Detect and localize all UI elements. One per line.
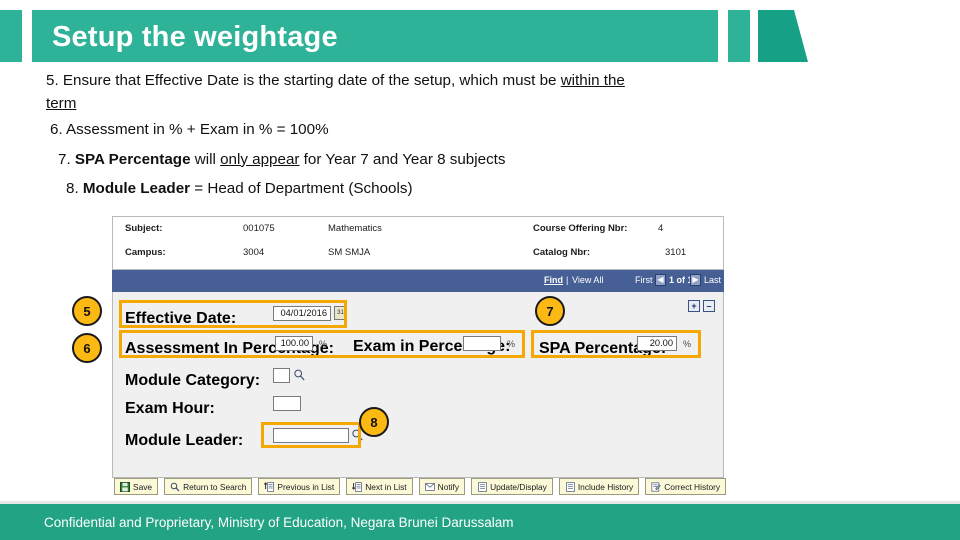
delete-row-button[interactable]: – bbox=[703, 300, 715, 312]
catalog-nbr-label: Catalog Nbr: bbox=[533, 247, 590, 258]
module-leader-label: Module Leader: bbox=[125, 432, 244, 449]
previous-arrow-icon[interactable]: ◀ bbox=[655, 274, 666, 286]
page-title: Setup the weightage bbox=[52, 20, 338, 53]
exam-hour-input[interactable] bbox=[273, 396, 301, 411]
highlight-effective-date bbox=[119, 300, 347, 328]
bullet-7-bold: SPA Percentage bbox=[70, 150, 191, 168]
save-button-label: Save bbox=[133, 481, 153, 492]
footer-bar: Confidential and Proprietary, Ministry o… bbox=[0, 504, 960, 540]
callout-badge-8: 8 bbox=[359, 407, 389, 437]
course-header-panel: Subject: 001075 Mathematics Course Offer… bbox=[112, 216, 724, 270]
highlight-module-leader bbox=[261, 422, 361, 448]
first-link[interactable]: First bbox=[635, 275, 653, 285]
module-category-label: Module Category: bbox=[125, 372, 261, 389]
return-to-search-label: Return to Search bbox=[183, 481, 247, 492]
bullet-list: 5. Ensure that Effective Date is the sta… bbox=[46, 70, 926, 208]
magnifier-icon bbox=[170, 482, 180, 492]
bullet-6-text: Assessment in % + Exam in % = 100% bbox=[62, 121, 329, 138]
save-button[interactable]: Save bbox=[114, 478, 159, 495]
campus-row: Campus: 3004 SM SMJA Catalog Nbr: 3101 bbox=[113, 247, 723, 271]
update-display-label: Update/Display bbox=[490, 481, 547, 492]
callout-badge-7: 7 bbox=[535, 296, 565, 326]
subject-label: Subject: bbox=[125, 223, 163, 234]
update-display-button[interactable]: Update/Display bbox=[471, 478, 553, 495]
notify-button[interactable]: Notify bbox=[418, 478, 466, 495]
previous-in-list-button[interactable]: Previous in List bbox=[258, 478, 341, 495]
bullet-5-underline-a: within the bbox=[560, 72, 625, 89]
next-arrow-icon[interactable]: ▶ bbox=[690, 274, 701, 286]
row-controls: + – bbox=[688, 300, 715, 312]
module-category-lookup-icon[interactable] bbox=[293, 368, 306, 382]
bullet-7-text-b: for Year 7 and Year 8 subjects bbox=[299, 150, 506, 168]
bullet-8-text: = Head of Department (Schools) bbox=[190, 180, 413, 197]
header-accent-trapezoid bbox=[758, 10, 808, 62]
return-to-search-button[interactable]: Return to Search bbox=[164, 478, 253, 495]
form-toolbar: Save Return to Search Previous in List N… bbox=[114, 478, 727, 498]
campus-name: SM SMJA bbox=[328, 247, 371, 258]
notify-envelope-icon bbox=[424, 482, 435, 492]
find-link[interactable]: Find bbox=[544, 275, 563, 285]
callout-badge-5: 5 bbox=[72, 296, 102, 326]
update-display-icon bbox=[477, 481, 487, 492]
notify-label: Notify bbox=[437, 481, 460, 492]
nav-separator: | bbox=[566, 275, 569, 285]
bullet-8-bold: Module Leader bbox=[78, 180, 191, 197]
header-accent-stub bbox=[0, 10, 22, 62]
save-disk-icon bbox=[120, 481, 130, 492]
bullet-5-underline-b: term bbox=[46, 94, 77, 112]
bullet-5-number: 5. bbox=[46, 72, 59, 89]
highlight-assessment-exam bbox=[119, 330, 525, 358]
campus-label: Campus: bbox=[125, 247, 166, 258]
next-in-list-label: Next in List bbox=[365, 481, 407, 492]
exam-hour-label: Exam Hour: bbox=[125, 400, 215, 417]
row-counter: 1 of 1 bbox=[669, 275, 693, 285]
bullet-item-6: 6. Assessment in % + Exam in % = 100% bbox=[46, 119, 926, 142]
campus-code: 3004 bbox=[243, 247, 265, 258]
highlight-spa-percentage bbox=[531, 330, 701, 358]
subject-code: 001075 bbox=[243, 223, 275, 234]
next-list-icon bbox=[352, 481, 363, 492]
footer-text: Confidential and Proprietary, Ministry o… bbox=[44, 514, 514, 530]
bullet-8-number: 8. bbox=[66, 180, 79, 197]
view-all-link[interactable]: View All bbox=[572, 275, 603, 285]
course-offering-value: 4 bbox=[658, 223, 664, 234]
include-history-label: Include History bbox=[577, 481, 634, 492]
bullet-7-underline: only appear bbox=[220, 150, 300, 168]
bullet-6-number: 6. bbox=[50, 121, 63, 138]
bullet-7-text-a: will bbox=[190, 150, 221, 168]
bullet-5-text: Ensure that Effective Date is the starti… bbox=[58, 72, 561, 89]
callout-badge-6: 6 bbox=[72, 333, 102, 363]
bullet-item-5: 5. Ensure that Effective Date is the sta… bbox=[46, 70, 926, 115]
subject-row: Subject: 001075 Mathematics Course Offer… bbox=[113, 223, 723, 247]
include-history-icon bbox=[565, 481, 575, 492]
correct-history-label: Correct History bbox=[664, 481, 721, 492]
weightage-form-body: + – Effective Date: 04/01/2016 31 Assess… bbox=[112, 292, 724, 478]
bullet-item-8: 8. Module Leader = Head of Department (S… bbox=[46, 178, 926, 201]
embedded-app-screenshot: Subject: 001075 Mathematics Course Offer… bbox=[112, 216, 727, 506]
correct-history-icon bbox=[651, 481, 661, 492]
bullet-item-7: 7. SPA Percentage will only appear for Y… bbox=[46, 149, 926, 172]
last-link[interactable]: Last bbox=[704, 275, 721, 285]
include-history-button[interactable]: Include History bbox=[558, 478, 640, 495]
course-offering-label: Course Offering Nbr: bbox=[533, 223, 628, 234]
previous-list-icon bbox=[264, 481, 275, 492]
bullet-7-number: 7. bbox=[58, 150, 71, 168]
module-category-input[interactable] bbox=[273, 368, 290, 383]
scroll-area-navbar: Find | View All First ◀ 1 of 1 ▶ Last bbox=[112, 270, 724, 292]
header-accent-bar bbox=[728, 10, 750, 62]
subject-name: Mathematics bbox=[328, 223, 382, 234]
next-in-list-button[interactable]: Next in List bbox=[346, 478, 413, 495]
correct-history-button[interactable]: Correct History bbox=[645, 478, 727, 495]
previous-in-list-label: Previous in List bbox=[277, 481, 335, 492]
add-row-button[interactable]: + bbox=[688, 300, 700, 312]
catalog-nbr-value: 3101 bbox=[665, 247, 687, 258]
